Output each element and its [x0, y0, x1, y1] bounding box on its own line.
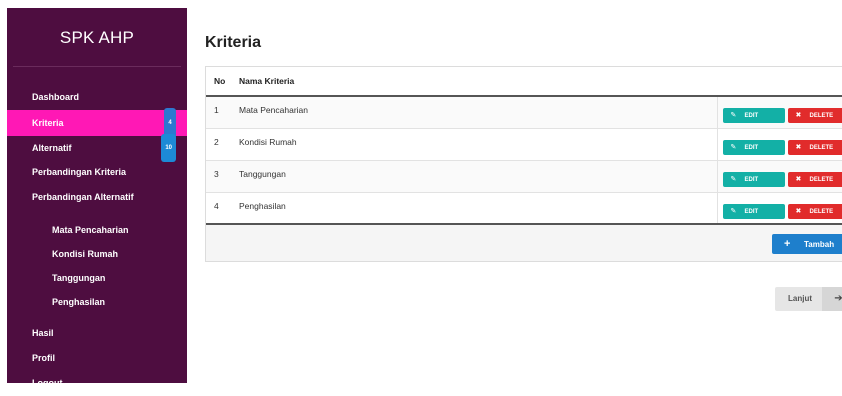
arrow-right-icon: ➔ — [822, 287, 842, 311]
table-footer: +Tambah — [206, 225, 842, 261]
pencil-square-icon: ✎ — [731, 140, 745, 155]
sidebar-item-label: Kondisi Rumah — [52, 249, 118, 259]
pencil-square-icon: ✎ — [731, 172, 745, 187]
table-row: 4 Penghasilan ✎EDIT✖DELETE — [206, 192, 842, 224]
sidebar-submenu: Mata Pencaharian Kondisi Rumah Tanggunga… — [7, 218, 187, 315]
cell-actions: ✎EDIT✖DELETE — [717, 128, 842, 160]
edit-button[interactable]: ✎EDIT — [723, 108, 785, 123]
sidebar-subitem-kondisi-rumah[interactable]: Kondisi Rumah — [7, 243, 187, 266]
add-button[interactable]: +Tambah — [772, 234, 842, 254]
cell-no: 3 — [206, 160, 231, 192]
table-row: 3 Tanggungan ✎EDIT✖DELETE — [206, 160, 842, 192]
edit-label: EDIT — [745, 145, 759, 151]
edit-button[interactable]: ✎EDIT — [723, 140, 785, 155]
edit-button[interactable]: ✎EDIT — [723, 204, 785, 219]
edit-label: EDIT — [745, 177, 759, 183]
sidebar-item-label: Tanggungan — [52, 273, 105, 283]
table-row: 1 Mata Pencaharian ✎EDIT✖DELETE — [206, 96, 842, 128]
cell-name: Kondisi Rumah — [231, 128, 717, 160]
add-button-label: Tambah — [804, 240, 834, 249]
delete-button[interactable]: ✖DELETE — [788, 140, 842, 155]
sidebar-subitem-penghasilan[interactable]: Penghasilan — [7, 290, 187, 315]
sidebar-subitem-mata-pencaharian[interactable]: Mata Pencaharian — [7, 218, 187, 243]
sidebar-subitem-tanggungan[interactable]: Tanggungan — [7, 266, 187, 290]
sidebar-item-label: Perbandingan Kriteria — [32, 167, 126, 177]
cell-name: Penghasilan — [231, 192, 717, 224]
delete-label: DELETE — [810, 145, 834, 151]
kriteria-table: No Nama Kriteria 1 Mata Pencaharian ✎EDI… — [205, 66, 842, 262]
sidebar-item-perbandingan-kriteria[interactable]: Perbandingan Kriteria — [7, 160, 187, 185]
delete-label: DELETE — [810, 177, 834, 183]
sidebar-item-hasil[interactable]: Hasil — [7, 321, 187, 346]
edit-label: EDIT — [745, 113, 759, 119]
x-icon: ✖ — [796, 204, 810, 219]
x-icon: ✖ — [796, 140, 810, 155]
sidebar-item-profil[interactable]: Profil — [7, 346, 187, 371]
column-header-no: No — [206, 67, 231, 96]
cell-no: 4 — [206, 192, 231, 224]
sidebar-item-label: Profil — [32, 353, 55, 363]
next-button[interactable]: Lanjut ➔ — [775, 287, 842, 311]
sidebar-item-label: Alternatif — [32, 143, 72, 153]
edit-label: EDIT — [745, 209, 759, 215]
edit-button[interactable]: ✎EDIT — [723, 172, 785, 187]
delete-label: DELETE — [810, 113, 834, 119]
sidebar-item-alternatif[interactable]: Alternatif 10 — [7, 136, 187, 160]
next-button-label: Lanjut — [788, 294, 812, 303]
page-title: Kriteria — [205, 34, 261, 52]
sidebar-item-perbandingan-alternatif[interactable]: Perbandingan Alternatif — [7, 185, 187, 210]
plus-icon: + — [784, 234, 804, 254]
cell-actions: ✎EDIT✖DELETE — [717, 96, 842, 128]
sidebar-item-label: Dashboard — [32, 92, 79, 102]
delete-button[interactable]: ✖DELETE — [788, 204, 842, 219]
cell-no: 2 — [206, 128, 231, 160]
sidebar-item-label: Hasil — [32, 328, 54, 338]
cell-no: 1 — [206, 96, 231, 128]
cell-name: Tanggungan — [231, 160, 717, 192]
x-icon: ✖ — [796, 172, 810, 187]
x-icon: ✖ — [796, 108, 810, 123]
delete-button[interactable]: ✖DELETE — [788, 108, 842, 123]
cell-actions: ✎EDIT✖DELETE — [717, 160, 842, 192]
sidebar-item-label: Logout — [32, 378, 63, 388]
cell-actions: ✎EDIT✖DELETE — [717, 192, 842, 224]
sidebar-item-kriteria[interactable]: Kriteria 4 — [7, 110, 187, 136]
table-row: 2 Kondisi Rumah ✎EDIT✖DELETE — [206, 128, 842, 160]
sidebar-item-label: Mata Pencaharian — [52, 225, 129, 235]
sidebar-menu: Dashboard Kriteria 4 Alternatif 10 Perba… — [7, 84, 187, 210]
sidebar-item-dashboard[interactable]: Dashboard — [7, 84, 187, 110]
column-header-actions — [717, 67, 842, 96]
sidebar-bottom-menu: Hasil Profil Logout — [7, 321, 187, 396]
brand-title[interactable]: SPK AHP — [13, 8, 181, 67]
count-badge: 10 — [161, 134, 176, 162]
sidebar-item-label: Kriteria — [32, 118, 64, 128]
sidebar-item-label: Penghasilan — [52, 297, 105, 307]
column-header-nama-kriteria: Nama Kriteria — [231, 67, 717, 96]
cell-name: Mata Pencaharian — [231, 96, 717, 128]
pencil-square-icon: ✎ — [731, 204, 745, 219]
delete-label: DELETE — [810, 209, 834, 215]
sidebar-item-logout[interactable]: Logout — [7, 371, 187, 396]
delete-button[interactable]: ✖DELETE — [788, 172, 842, 187]
sidebar: SPK AHP Dashboard Kriteria 4 Alternatif … — [7, 8, 187, 383]
sidebar-item-label: Perbandingan Alternatif — [32, 192, 134, 202]
table-header-row: No Nama Kriteria — [206, 67, 842, 96]
pencil-square-icon: ✎ — [731, 108, 745, 123]
